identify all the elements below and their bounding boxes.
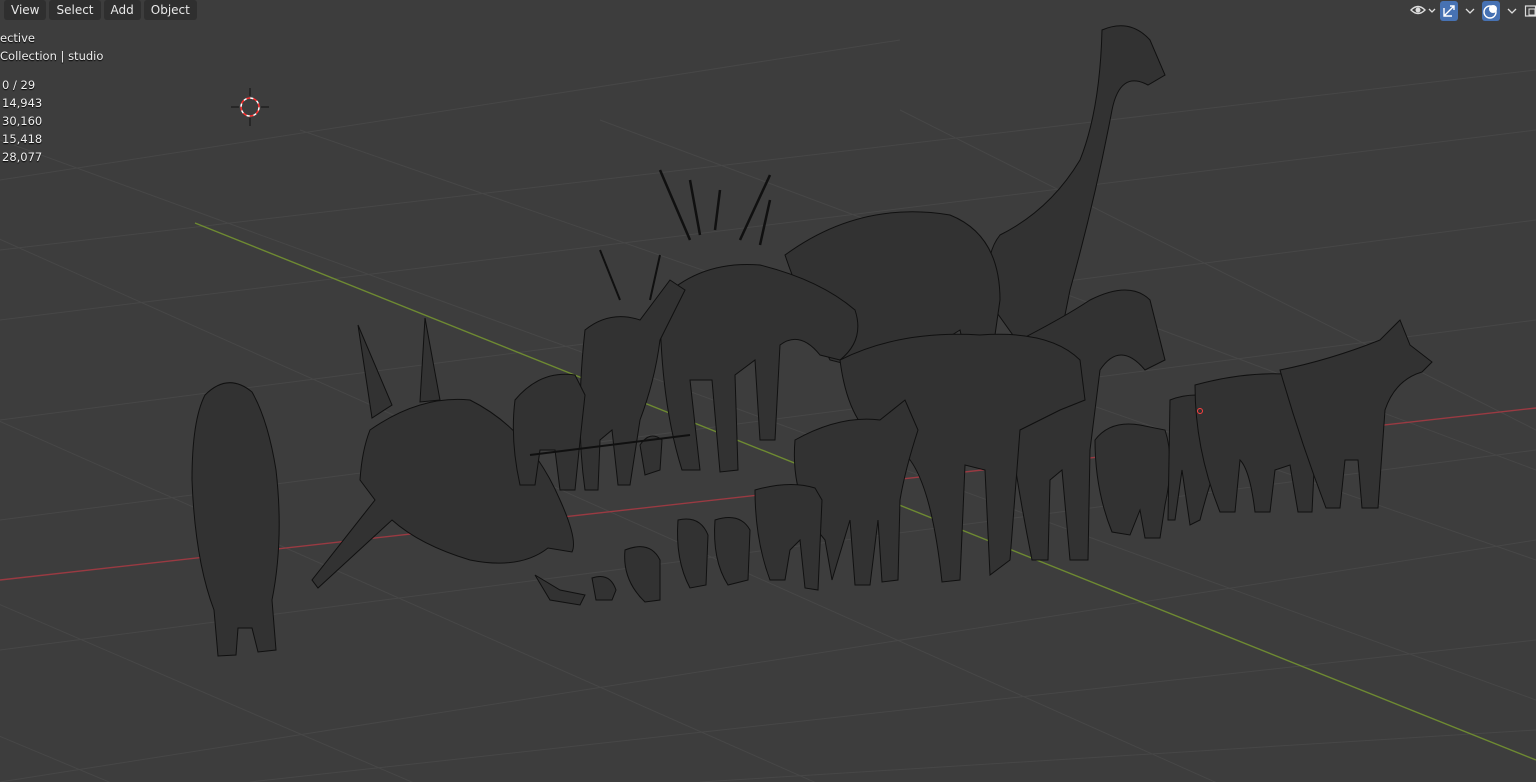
overlay-icon — [1483, 5, 1497, 19]
view-menu[interactable]: View — [4, 0, 47, 20]
stat-triangles: 28,077 — [2, 150, 43, 164]
grid-line — [0, 69, 1536, 251]
select-menu[interactable]: Select — [49, 0, 101, 20]
viewport-header-menu: View Select Add Object — [4, 0, 197, 20]
gizmo-toggle[interactable] — [1440, 1, 1458, 21]
gizmo-icon — [1443, 5, 1455, 17]
stat-faces: 15,418 — [2, 132, 43, 146]
3d-cursor[interactable] — [231, 88, 269, 126]
animal-meshes — [191, 25, 1433, 657]
viewport-right-toolbar — [1408, 0, 1536, 22]
overlay-dropdown[interactable] — [1502, 1, 1522, 21]
scene-canvas[interactable] — [0, 0, 1536, 782]
collection-label: Collection | studio — [0, 49, 104, 63]
cat-mesh — [1094, 423, 1171, 539]
stat-edges: 30,160 — [2, 114, 43, 128]
chevron-down-icon — [1465, 8, 1475, 14]
gizmo-dropdown[interactable] — [1460, 1, 1480, 21]
xray-icon — [1524, 5, 1536, 17]
stat-vertices: 14,943 — [2, 96, 43, 110]
grid-line — [0, 735, 111, 782]
object-menu[interactable]: Object — [143, 0, 197, 20]
goat-mesh — [754, 484, 823, 591]
wolf-left-mesh — [512, 373, 586, 491]
visibility-eye-icon — [1410, 5, 1436, 15]
visibility-dropdown[interactable] — [1408, 1, 1438, 21]
grid-line — [0, 39, 901, 181]
overlay-toggle[interactable] — [1482, 1, 1500, 21]
view-name-label: ective — [0, 31, 35, 45]
grid-line — [249, 639, 1536, 782]
add-menu[interactable]: Add — [103, 0, 141, 20]
penguin-mesh — [191, 382, 280, 657]
chevron-down-icon — [1507, 8, 1517, 14]
grid-line — [699, 729, 1536, 782]
stat-objects: 0 / 29 — [2, 78, 36, 92]
3d-viewport[interactable]: View Select Add Object ective Collection… — [0, 0, 1536, 782]
xray-toggle[interactable] — [1524, 1, 1536, 21]
